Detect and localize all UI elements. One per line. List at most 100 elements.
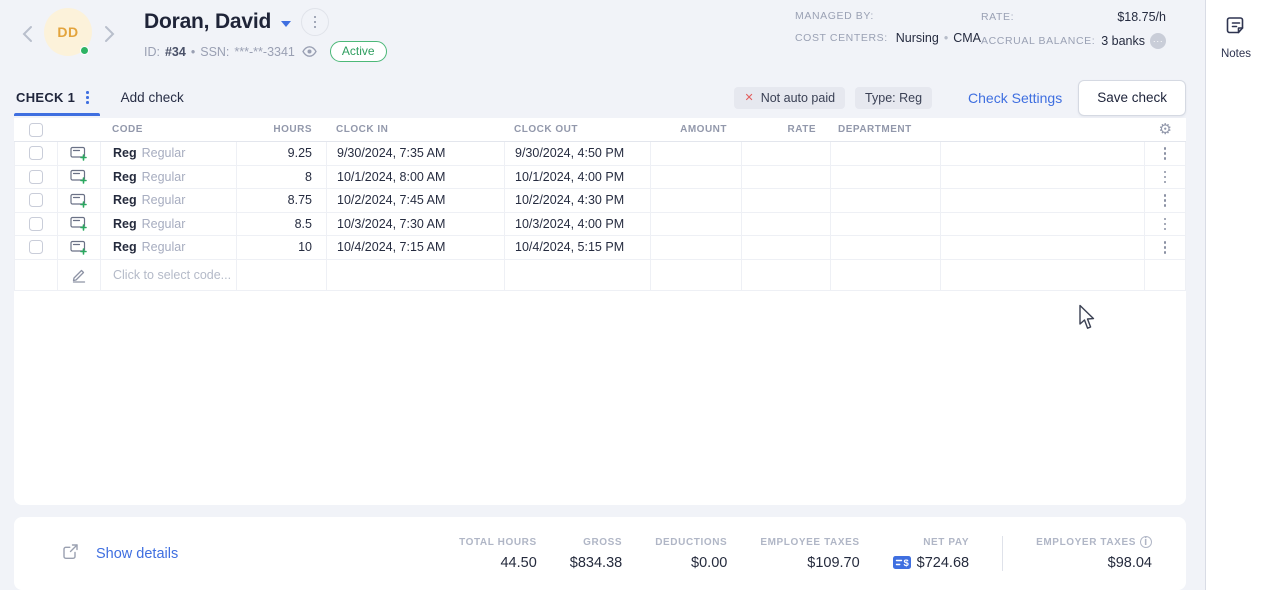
managed-by-label: MANAGED BY: bbox=[795, 10, 874, 22]
table-row: RegRegular 8.5 10/3/2024, 7:30 AM 10/3/2… bbox=[14, 213, 1186, 237]
employee-dropdown-caret-icon[interactable] bbox=[281, 21, 291, 27]
rate-value: $18.75/h bbox=[1117, 10, 1166, 24]
amount-cell[interactable] bbox=[651, 213, 742, 237]
add-note-icon[interactable] bbox=[58, 166, 101, 190]
close-icon[interactable]: ✕ bbox=[744, 91, 753, 104]
rate-cell[interactable] bbox=[742, 166, 831, 190]
timesheet-table: CODE HOURS CLOCK IN CLOCK OUT AMOUNT RAT… bbox=[14, 118, 1186, 505]
clock-out-cell[interactable]: 9/30/2024, 4:50 PM bbox=[505, 142, 651, 166]
rate-cell[interactable] bbox=[742, 142, 831, 166]
add-note-icon[interactable] bbox=[58, 213, 101, 237]
hours-cell[interactable]: 8.5 bbox=[237, 213, 327, 237]
row-checkbox[interactable] bbox=[29, 240, 43, 254]
amount-cell[interactable] bbox=[651, 142, 742, 166]
column-header-code: CODE bbox=[100, 118, 236, 141]
code-desc: Regular bbox=[142, 240, 186, 254]
stat-deductions: DEDUCTIONS $0.00 bbox=[655, 537, 727, 571]
amount-cell[interactable] bbox=[651, 236, 742, 260]
code-value[interactable]: Reg bbox=[113, 193, 137, 207]
amount-cell[interactable] bbox=[651, 189, 742, 213]
clock-in-cell[interactable]: 10/2/2024, 7:45 AM bbox=[327, 189, 505, 213]
add-note-icon[interactable] bbox=[58, 142, 101, 166]
new-entry-row: Click to select code... bbox=[14, 260, 1186, 291]
column-header-rate: RATE bbox=[741, 118, 830, 141]
status-badge: Active bbox=[330, 41, 387, 62]
check-toolbar: CHECK 1 Add check ✕ Not auto paid Type: … bbox=[14, 79, 1186, 116]
hours-cell[interactable]: 10 bbox=[237, 236, 327, 260]
notes-icon bbox=[1225, 15, 1247, 42]
clock-in-cell[interactable]: 10/4/2024, 7:15 AM bbox=[327, 236, 505, 260]
select-all-checkbox[interactable] bbox=[29, 123, 43, 137]
check-type-badge: Type: Reg bbox=[855, 87, 932, 109]
row-checkbox[interactable] bbox=[29, 170, 43, 184]
kebab-icon bbox=[314, 16, 317, 29]
next-employee-button[interactable] bbox=[96, 10, 122, 58]
department-cell[interactable] bbox=[831, 213, 941, 237]
employee-more-options-button[interactable] bbox=[301, 8, 329, 36]
clock-in-cell[interactable]: 10/3/2024, 7:30 AM bbox=[327, 213, 505, 237]
clock-out-cell[interactable]: 10/2/2024, 4:30 PM bbox=[505, 189, 651, 213]
tab-check-1[interactable]: CHECK 1 bbox=[14, 79, 91, 116]
svg-text:$: $ bbox=[903, 558, 909, 569]
external-link-icon bbox=[62, 543, 79, 565]
amount-cell[interactable] bbox=[651, 166, 742, 190]
hours-cell[interactable]: 8 bbox=[237, 166, 327, 190]
row-menu-kebab-icon[interactable] bbox=[1145, 189, 1186, 213]
show-details-link[interactable]: Show details bbox=[62, 543, 178, 565]
clock-out-cell[interactable]: 10/1/2024, 4:00 PM bbox=[505, 166, 651, 190]
add-note-icon[interactable] bbox=[58, 189, 101, 213]
code-value[interactable]: Reg bbox=[113, 170, 137, 184]
clock-in-cell[interactable]: 9/30/2024, 7:35 AM bbox=[327, 142, 505, 166]
column-header-clock-in: CLOCK IN bbox=[326, 118, 504, 141]
table-settings-gear-icon[interactable]: ⚙ bbox=[1159, 122, 1173, 137]
rate-cell[interactable] bbox=[742, 189, 831, 213]
row-menu-kebab-icon[interactable] bbox=[1145, 213, 1186, 237]
check-tab-kebab-icon[interactable] bbox=[86, 91, 89, 104]
ssn-value: ***-**-3341 bbox=[234, 45, 294, 59]
clock-in-cell[interactable]: 10/1/2024, 8:00 AM bbox=[327, 166, 505, 190]
row-menu-kebab-icon[interactable] bbox=[1145, 166, 1186, 190]
check-summary-footer: Show details TOTAL HOURS 44.50 GROSS $83… bbox=[14, 517, 1186, 590]
notes-sidebar[interactable]: Notes bbox=[1205, 0, 1266, 590]
reveal-ssn-eye-icon[interactable] bbox=[302, 46, 317, 57]
select-code-input[interactable]: Click to select code... bbox=[101, 260, 237, 291]
add-check-button[interactable]: Add check bbox=[121, 90, 184, 105]
row-checkbox[interactable] bbox=[29, 146, 43, 160]
code-value[interactable]: Reg bbox=[113, 146, 137, 160]
stat-gross: GROSS $834.38 bbox=[570, 537, 622, 571]
table-row: Reg Regular 10 10/4/2024, 7:15 AM 10/4/20… bbox=[14, 236, 1186, 260]
department-cell[interactable] bbox=[831, 142, 941, 166]
rate-cell[interactable] bbox=[742, 213, 831, 237]
previous-employee-button[interactable] bbox=[14, 10, 40, 58]
cost-centers-value: Nursing • CMA bbox=[896, 31, 981, 45]
cost-centers-dot: • bbox=[944, 31, 948, 45]
column-header-department: DEPARTMENT bbox=[830, 118, 940, 141]
employee-info-panel: MANAGED BY: COST CENTERS: Nursing • CMA … bbox=[795, 10, 1166, 49]
accrual-balance-value: 3 banks ··· bbox=[1101, 33, 1166, 49]
add-note-icon[interactable] bbox=[58, 236, 101, 260]
code-value[interactable]: Reg bbox=[113, 240, 137, 254]
accrual-more-button[interactable]: ··· bbox=[1150, 33, 1166, 49]
row-menu-kebab-icon[interactable] bbox=[1145, 236, 1186, 260]
paycheck-icon[interactable]: $ bbox=[893, 556, 911, 569]
row-checkbox[interactable] bbox=[29, 217, 43, 231]
code-desc: Regular bbox=[142, 170, 186, 184]
hours-cell[interactable]: 9.25 bbox=[237, 142, 327, 166]
save-check-button[interactable]: Save check bbox=[1078, 80, 1186, 116]
code-value[interactable]: Reg bbox=[113, 217, 137, 231]
rate-cell[interactable] bbox=[742, 236, 831, 260]
info-icon[interactable]: i bbox=[1140, 536, 1152, 548]
stat-net-pay: NET PAY $ $724.68 bbox=[893, 537, 969, 571]
check-settings-link[interactable]: Check Settings bbox=[968, 90, 1062, 106]
department-cell[interactable] bbox=[831, 189, 941, 213]
not-auto-paid-badge: ✕ Not auto paid bbox=[734, 87, 845, 109]
accrual-balance-label: ACCRUAL BALANCE: bbox=[981, 35, 1095, 47]
department-cell[interactable] bbox=[831, 236, 941, 260]
clock-out-cell[interactable]: 10/4/2024, 5:15 PM bbox=[505, 236, 651, 260]
hours-cell[interactable]: 8.75 bbox=[237, 189, 327, 213]
row-checkbox[interactable] bbox=[29, 193, 43, 207]
department-cell[interactable] bbox=[831, 166, 941, 190]
clock-out-cell[interactable]: 10/3/2024, 4:00 PM bbox=[505, 213, 651, 237]
row-menu-kebab-icon[interactable] bbox=[1145, 142, 1186, 166]
edit-pencil-icon[interactable] bbox=[58, 260, 101, 291]
